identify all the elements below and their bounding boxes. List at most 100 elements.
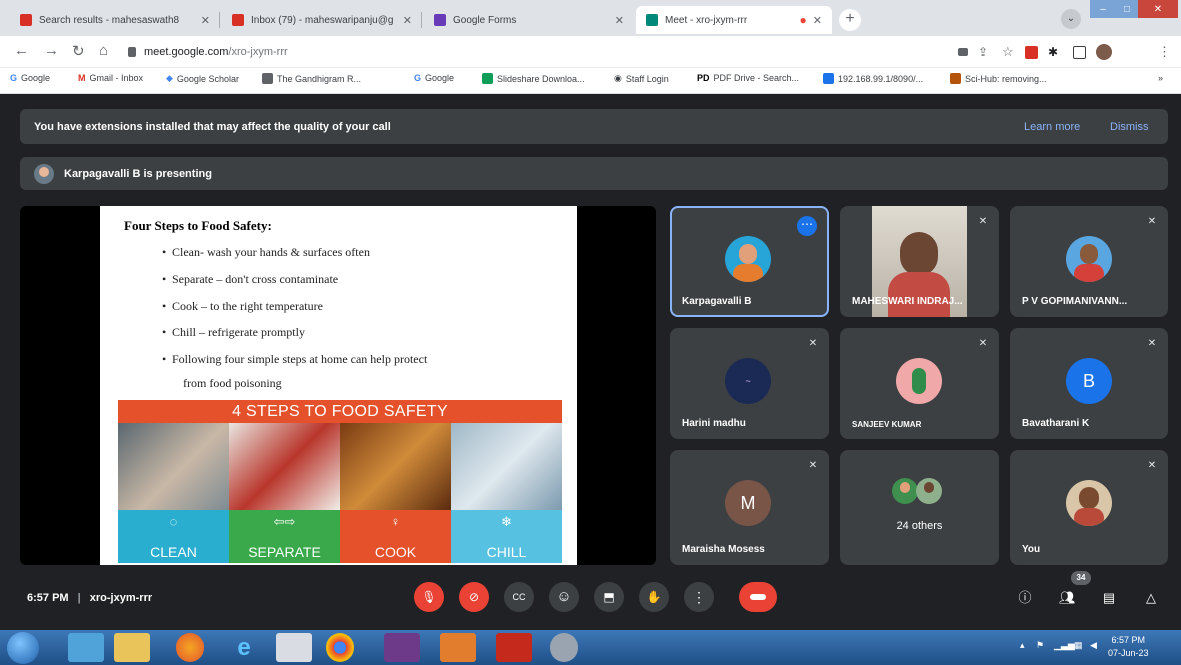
people-icon[interactable]: 👥︎ bbox=[1059, 590, 1076, 606]
step-cook: ♀ COOK bbox=[340, 510, 451, 563]
minimize-button[interactable]: – bbox=[1090, 0, 1116, 18]
kebab-menu-icon[interactable]: ⋮ bbox=[1158, 44, 1171, 60]
food-safety-graphic: 4 STEPS TO FOOD SAFETY ◌ CLEAN ⇦⇨ SEPARA… bbox=[118, 400, 562, 563]
home-icon[interactable]: ⌂ bbox=[99, 42, 108, 59]
bookmark-item[interactable]: ◉ Staff Login bbox=[614, 73, 669, 84]
close-icon[interactable]: ✕ bbox=[813, 14, 822, 27]
bookmark-item[interactable]: Slideshare Downloa... bbox=[482, 73, 585, 84]
bookmark-item[interactable]: PD PDF Drive - Search... bbox=[697, 73, 799, 83]
participant-name: Harini madhu bbox=[682, 418, 746, 429]
taskbar-app-ie[interactable]: e bbox=[226, 633, 262, 662]
participant-tile-self[interactable]: ✕ You bbox=[1010, 450, 1168, 565]
presenting-bar: Karpagavalli B is presenting bbox=[20, 157, 1168, 190]
start-button[interactable] bbox=[7, 632, 39, 664]
activities-icon[interactable]: △ bbox=[1143, 590, 1159, 606]
page-icon bbox=[262, 73, 273, 84]
bookmark-item[interactable]: The Gandhigram R... bbox=[262, 73, 361, 84]
close-icon[interactable]: ✕ bbox=[201, 14, 210, 27]
participant-tile[interactable]: ⋯ Karpagavalli B bbox=[670, 206, 829, 317]
signal-icon[interactable]: ▁▃▅ bbox=[1054, 640, 1075, 651]
learn-more-link[interactable]: Learn more bbox=[1024, 121, 1080, 133]
tab-separator bbox=[421, 12, 422, 28]
taskbar-app-firefox[interactable] bbox=[176, 633, 204, 662]
participant-tile[interactable]: ✕ SANJEEV KUMAR bbox=[840, 328, 999, 439]
captions-button[interactable]: CC bbox=[504, 582, 534, 612]
window-close-button[interactable]: ✕ bbox=[1138, 0, 1178, 18]
volume-icon[interactable]: ◀ bbox=[1090, 640, 1097, 651]
taskbar-app-notepad[interactable] bbox=[68, 633, 104, 662]
taskbar-app-skype[interactable] bbox=[550, 633, 578, 662]
browser-tab[interactable]: Search results - mahesaswath8 ✕ bbox=[10, 6, 220, 34]
back-arrow-icon[interactable]: ← bbox=[14, 42, 29, 59]
gmail-icon bbox=[232, 14, 244, 26]
taskbar-app-media[interactable] bbox=[440, 633, 476, 662]
present-button[interactable]: ⬒ bbox=[594, 582, 624, 612]
more-options-icon[interactable]: ⋯ bbox=[797, 216, 817, 236]
sidepanel-icon[interactable] bbox=[1073, 46, 1086, 59]
chat-icon[interactable]: ▤ bbox=[1101, 590, 1117, 606]
close-icon[interactable]: ✕ bbox=[403, 14, 412, 27]
url-field[interactable]: meet.google.com /xro-jxym-rrr bbox=[128, 41, 1008, 63]
bookmark-item[interactable]: G Google bbox=[414, 73, 454, 83]
bookmarks-overflow-icon[interactable]: » bbox=[1158, 73, 1163, 83]
bookmark-item[interactable]: ◆ Google Scholar bbox=[166, 73, 239, 84]
browser-tab[interactable]: Google Forms ✕ bbox=[424, 6, 634, 34]
participant-tile[interactable]: ~ ✕ Harini madhu bbox=[670, 328, 829, 439]
flag-icon[interactable]: ⚑ bbox=[1036, 640, 1044, 651]
close-icon[interactable]: ✕ bbox=[615, 14, 624, 27]
tray-arrow-icon[interactable]: ▴ bbox=[1020, 640, 1025, 651]
browser-tab[interactable]: Inbox (79) - maheswaripanju@g ✕ bbox=[222, 6, 422, 34]
presentation-stage[interactable]: Four Steps to Food Safety: • Clean- wash … bbox=[20, 206, 656, 565]
dismiss-button[interactable]: Dismiss bbox=[1110, 121, 1149, 133]
gmail-icon: M bbox=[78, 73, 86, 83]
bookmark-item[interactable]: M Gmail - Inbox bbox=[78, 73, 143, 83]
emoji-button[interactable]: ☺ bbox=[549, 582, 579, 612]
tab-title: Google Forms bbox=[453, 14, 517, 26]
bookmark-item[interactable]: G Google bbox=[10, 73, 50, 83]
google-g-icon: G bbox=[10, 73, 18, 83]
share-icon[interactable]: ⇪ bbox=[978, 45, 988, 59]
taskbar-app-explorer[interactable] bbox=[114, 633, 150, 662]
google-meet-icon bbox=[646, 14, 658, 26]
participant-tile[interactable]: ✕ P V GOPIMANIVANN... bbox=[1010, 206, 1168, 317]
others-tile[interactable]: 24 others bbox=[840, 450, 999, 565]
puzzle-icon[interactable]: ✱ bbox=[1048, 45, 1058, 59]
bookmark-item[interactable]: 192.168.99.1/8090/... bbox=[823, 73, 923, 84]
step-chill: ❄ CHILL bbox=[451, 510, 562, 563]
camera-icon[interactable] bbox=[958, 48, 968, 56]
browser-tab-active[interactable]: Meet - xro-jxym-rrr ● ✕ bbox=[636, 6, 832, 34]
taskbar-app-acrobat[interactable] bbox=[496, 633, 532, 662]
chevron-down-icon[interactable]: ⌄ bbox=[1061, 9, 1081, 29]
graphic-heading: 4 STEPS TO FOOD SAFETY bbox=[118, 400, 562, 423]
new-tab-button[interactable]: + bbox=[839, 9, 861, 31]
slide-bullet-continuation: from food poisoning bbox=[183, 376, 282, 390]
pdf-extension-icon[interactable] bbox=[1025, 46, 1038, 59]
browser-tab-bar: Search results - mahesaswath8 ✕ Inbox (7… bbox=[0, 0, 1181, 36]
forward-arrow-icon[interactable]: → bbox=[44, 42, 59, 59]
participant-tile[interactable]: B ✕ Bavatharani K bbox=[1010, 328, 1168, 439]
bookmark-item[interactable]: Sci-Hub: removing... bbox=[950, 73, 1047, 84]
maximize-button[interactable]: □ bbox=[1116, 0, 1138, 18]
step-label: COOK bbox=[374, 544, 417, 560]
taskbar-app-word[interactable] bbox=[276, 633, 312, 662]
system-clock[interactable]: 6:57 PM 07-Jun-23 bbox=[1108, 634, 1149, 660]
raise-hand-button[interactable]: ✋ bbox=[639, 582, 669, 612]
taskbar-app-chrome[interactable] bbox=[326, 633, 354, 662]
profile-avatar[interactable] bbox=[1096, 44, 1112, 60]
presenter-avatar bbox=[34, 163, 54, 184]
bookmark-label: Google bbox=[21, 73, 51, 83]
network-icon[interactable]: ▦ bbox=[1074, 640, 1083, 651]
participant-tile[interactable]: ✕ MAHESWARI INDRAJ... bbox=[840, 206, 999, 317]
camera-off-button[interactable]: ⊘ bbox=[459, 582, 489, 612]
mic-off-button[interactable]: 🎙︎ bbox=[414, 582, 444, 612]
bookmark-label: 192.168.99.1/8090/... bbox=[838, 73, 924, 84]
avatar bbox=[896, 358, 942, 404]
more-options-button[interactable]: ⋮ bbox=[684, 582, 714, 612]
participant-tile[interactable]: M ✕ Maraisha Mosess bbox=[670, 450, 829, 565]
taskbar-app-mail[interactable] bbox=[384, 633, 420, 662]
scihub-icon bbox=[950, 73, 961, 84]
star-icon[interactable]: ☆ bbox=[1002, 44, 1014, 60]
end-call-button[interactable] bbox=[739, 582, 777, 612]
reload-icon[interactable]: ↻ bbox=[72, 42, 85, 60]
info-icon[interactable]: ⓘ bbox=[1017, 590, 1033, 606]
